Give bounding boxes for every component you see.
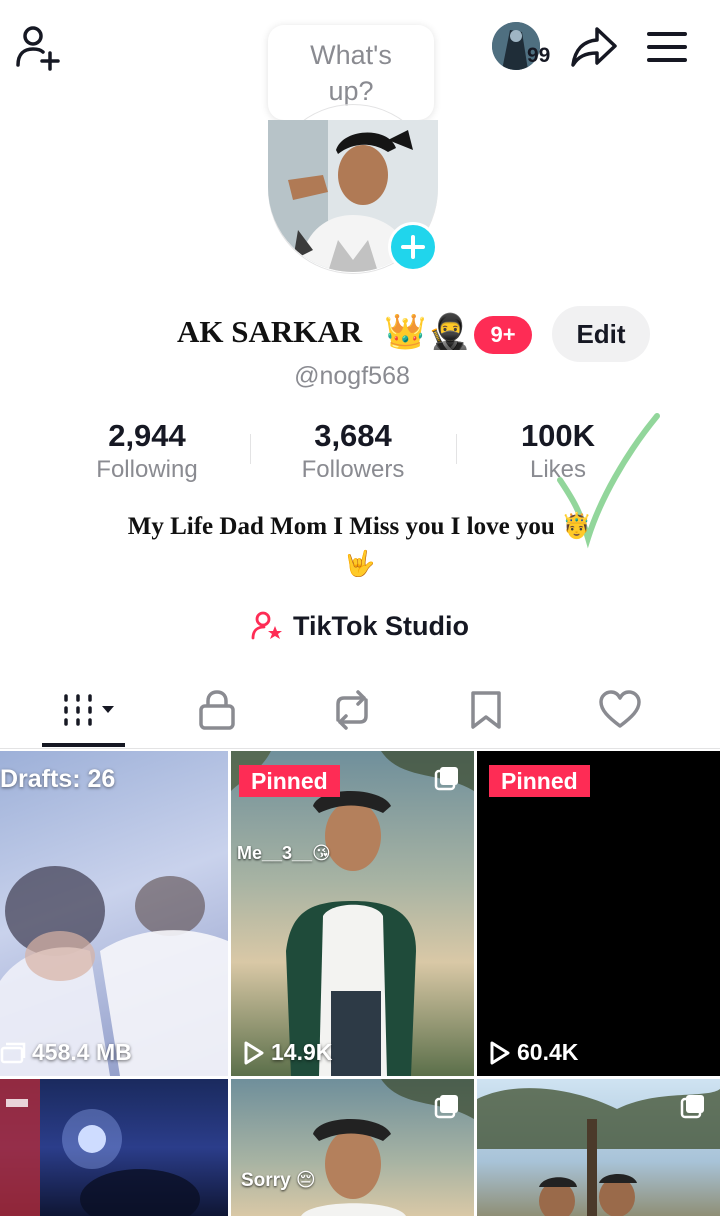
pinned-badge: Pinned [239,765,340,797]
repost-icon [336,690,368,730]
active-tab-indicator [42,743,125,747]
status-bubble-text: What's up? [310,39,392,106]
username: @nogf568 [294,362,410,390]
heart-icon [599,690,641,728]
photo-carousel-icon [434,1095,458,1119]
video-caption: Sorry 😔 [241,1170,316,1191]
following-stat[interactable]: 2,944 Following [47,418,247,486]
drafts-label: Drafts: 26 [0,765,116,793]
tab-reposts[interactable] [302,680,402,740]
view-count-text: 14.9K [271,1039,333,1065]
profile-tabs [0,680,720,750]
display-name: AK SARKAR [177,314,363,349]
play-icon [244,1041,264,1064]
pinned-badge: Pinned [489,765,590,797]
visitor-count-badge: 99 [527,44,551,67]
share-icon[interactable] [568,24,620,70]
tab-videos[interactable] [40,680,140,740]
tab-favorites[interactable] [436,680,536,740]
lock-icon [199,690,235,730]
view-count: 60.4K [489,1039,578,1066]
ninja-emoji: 🥷 [428,313,471,351]
followers-count: 3,684 [314,418,392,453]
view-count-text: 60.4K [517,1039,579,1065]
drafts-size: 458.4 MB [0,1039,132,1066]
followers-label: Followers [301,456,405,483]
stat-divider [250,434,251,464]
bio-line-2: 🤟 [344,551,376,578]
drafts-tile[interactable]: Drafts: 26 458.4 MB [0,751,228,1076]
photo-carousel-icon [680,1095,704,1119]
tabs-divider [0,748,720,749]
bookmark-icon [471,691,501,729]
following-count: 2,944 [108,418,186,453]
tab-liked[interactable] [570,680,670,740]
drafts-stack-icon [0,1042,26,1063]
tiktok-studio-link[interactable]: TikTok Studio [0,604,720,648]
edit-profile-button[interactable]: Edit [552,306,650,362]
video-tile[interactable]: Pinned Me__3__😘 14.9K [231,751,474,1076]
add-friend-icon[interactable] [12,22,64,72]
photo-carousel-icon [434,767,458,791]
video-tile[interactable] [477,1079,720,1216]
bio: My Life Dad Mom I Miss you I love you 🤴 … [60,508,660,584]
video-tile[interactable] [0,1079,228,1216]
video-tile[interactable]: Pinned 60.4K [477,751,720,1076]
notification-count: 9+ [490,322,516,347]
edit-label: Edit [576,318,626,349]
view-count: 14.9K [243,1039,332,1066]
stat-divider [456,434,457,464]
followers-stat[interactable]: 3,684 Followers [253,418,453,486]
following-label: Following [96,456,198,483]
menu-icon[interactable] [644,26,690,68]
pinned-label: Pinned [251,767,328,794]
studio-label: TikTok Studio [292,610,469,641]
drafts-size-text: 458.4 MB [32,1039,132,1065]
name-row: AK SARKAR 👑 🥷 9+ Edit [0,304,720,364]
videos-grid-icon [64,694,114,726]
tab-private[interactable] [167,680,267,740]
video-tile[interactable]: Sorry 😔 [231,1079,474,1216]
play-icon [490,1041,510,1064]
pinned-label: Pinned [501,767,578,794]
bio-line-1: My Life Dad Mom I Miss you I love you 🤴 [127,513,593,540]
studio-person-star-icon [251,611,282,640]
crown-emoji: 👑 [384,313,427,351]
add-story-button[interactable] [388,222,438,272]
notification-badge[interactable]: 9+ [474,316,532,354]
video-caption: Me__3__😘 [237,843,331,863]
